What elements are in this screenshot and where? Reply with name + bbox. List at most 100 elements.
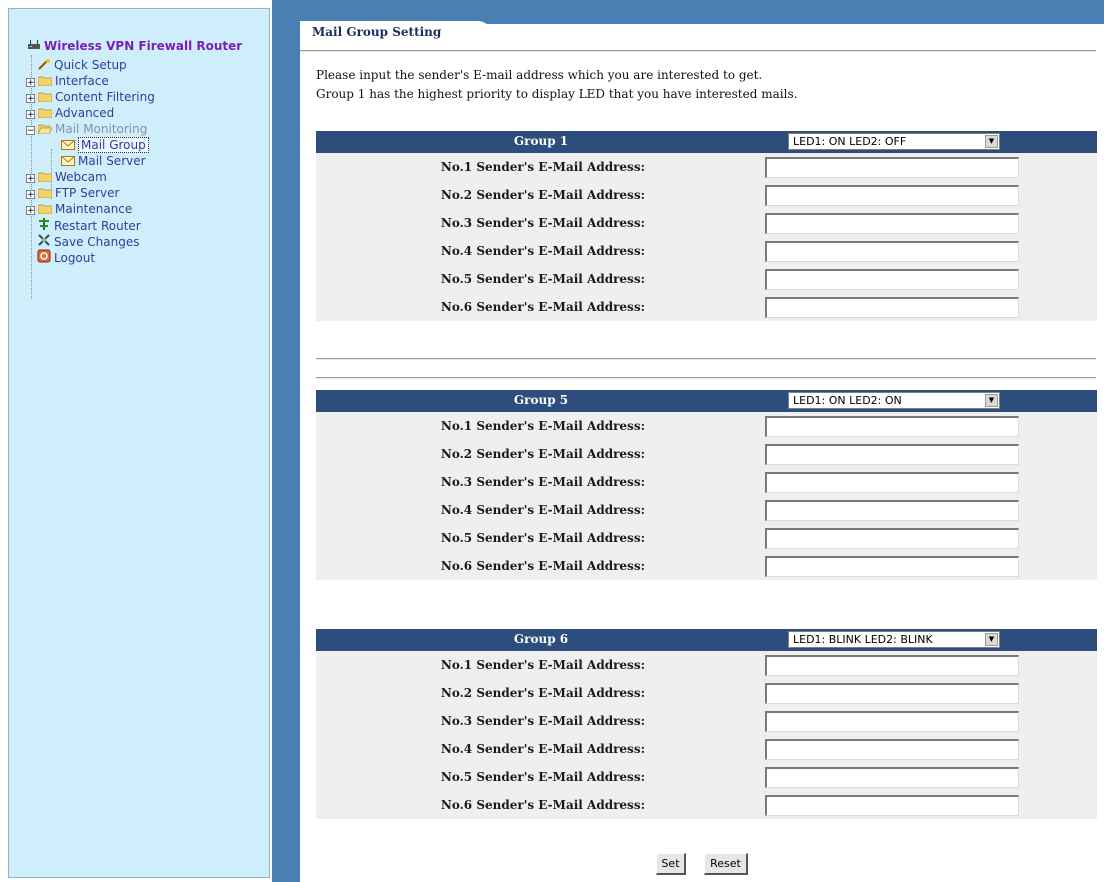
expand-icon[interactable]: + — [26, 94, 35, 104]
sender-email-input[interactable] — [765, 711, 1019, 732]
table-row: No.1 Sender's E-Mail Address: — [316, 651, 1097, 679]
sidebar-item-ftp-server[interactable]: + FTP Server — [26, 185, 119, 201]
group-rows: No.1 Sender's E-Mail Address: No.2 Sende… — [316, 412, 1097, 580]
sidebar-item-interface[interactable]: + Interface — [26, 73, 109, 89]
led-select-value: LED1: BLINK LED2: BLINK — [793, 633, 933, 646]
table-row: No.5 Sender's E-Mail Address: — [316, 763, 1097, 791]
intro-line-1: Please input the sender's E-mail address… — [316, 68, 763, 82]
sender-email-input[interactable] — [765, 767, 1019, 788]
group-title: Group 6 — [513, 632, 569, 646]
sender-label: No.5 Sender's E-Mail Address: — [440, 770, 645, 784]
led-select-value: LED1: ON LED2: ON — [793, 394, 902, 407]
restart-icon — [39, 218, 49, 230]
sender-email-input[interactable] — [765, 683, 1019, 704]
folder-icon — [38, 204, 52, 214]
group-rows: No.1 Sender's E-Mail Address: No.2 Sende… — [316, 153, 1097, 321]
mail-envelope-icon — [61, 140, 75, 150]
sender-email-input[interactable] — [765, 500, 1019, 521]
sender-label: No.4 Sender's E-Mail Address: — [440, 742, 645, 756]
sender-label: No.6 Sender's E-Mail Address: — [440, 300, 645, 314]
sidebar-item-webcam[interactable]: + Webcam — [26, 169, 107, 185]
sender-label: No.1 Sender's E-Mail Address: — [440, 419, 645, 433]
led-select[interactable]: LED1: BLINK LED2: BLINK ▼ — [788, 631, 1000, 648]
sender-email-input[interactable] — [765, 297, 1019, 318]
dropdown-arrow-icon[interactable]: ▼ — [985, 135, 998, 148]
table-row: No.6 Sender's E-Mail Address: — [316, 552, 1097, 580]
sender-label: No.3 Sender's E-Mail Address: — [440, 714, 645, 728]
sender-label: No.5 Sender's E-Mail Address: — [440, 272, 645, 286]
table-row: No.2 Sender's E-Mail Address: — [316, 679, 1097, 707]
sidebar-item-save-changes[interactable]: Save Changes — [37, 233, 139, 249]
dropdown-arrow-icon[interactable]: ▼ — [985, 633, 998, 646]
sender-email-input[interactable] — [765, 269, 1019, 290]
sender-email-input[interactable] — [765, 213, 1019, 234]
sender-email-input[interactable] — [765, 739, 1019, 760]
sender-label: No.6 Sender's E-Mail Address: — [440, 559, 645, 573]
folder-icon — [38, 188, 52, 198]
group-header: Group 5 LED1: ON LED2: ON ▼ — [316, 390, 1097, 412]
led-select-value: LED1: ON LED2: OFF — [793, 135, 907, 148]
sidebar-item-mail-monitoring[interactable]: − Mail Monitoring — [26, 121, 147, 137]
table-row: No.4 Sender's E-Mail Address: — [316, 496, 1097, 524]
collapse-icon[interactable]: − — [26, 126, 35, 136]
expand-icon[interactable]: + — [26, 174, 35, 184]
mail-envelope-icon — [61, 156, 75, 166]
expand-icon[interactable]: + — [26, 78, 35, 88]
set-button[interactable]: Set — [656, 853, 686, 875]
expand-icon[interactable]: + — [26, 190, 35, 200]
sender-email-input[interactable] — [765, 472, 1019, 493]
sidebar-item-mail-group[interactable]: Mail Group — [61, 137, 149, 153]
sidebar-item-logout[interactable]: Logout — [37, 249, 95, 265]
sender-label: No.1 Sender's E-Mail Address: — [440, 160, 645, 174]
sender-email-input[interactable] — [765, 157, 1019, 178]
sidebar-item-maintenance[interactable]: + Maintenance — [26, 201, 132, 217]
sidebar-item-content-filtering[interactable]: + Content Filtering — [26, 89, 155, 105]
sender-email-input[interactable] — [765, 795, 1019, 816]
table-row: No.6 Sender's E-Mail Address: — [316, 293, 1097, 321]
sender-label: No.2 Sender's E-Mail Address: — [440, 447, 645, 461]
sender-email-input[interactable] — [765, 444, 1019, 465]
tab-label: Mail Group Setting — [312, 25, 442, 39]
top-divider — [300, 50, 1096, 52]
table-row: No.4 Sender's E-Mail Address: — [316, 735, 1097, 763]
sender-email-input[interactable] — [765, 416, 1019, 437]
sender-email-input[interactable] — [765, 185, 1019, 206]
sidebar-item-mail-server[interactable]: Mail Server — [61, 153, 146, 169]
sender-email-input[interactable] — [765, 241, 1019, 262]
tab-mail-group-setting[interactable]: Mail Group Setting — [300, 21, 492, 45]
open-folder-icon — [38, 124, 52, 134]
led-select[interactable]: LED1: ON LED2: ON ▼ — [788, 392, 1000, 409]
sender-label: No.2 Sender's E-Mail Address: — [440, 188, 645, 202]
group-title: Group 1 — [513, 134, 569, 148]
group-header: Group 1 LED1: ON LED2: OFF ▼ — [316, 131, 1097, 153]
sidebar-root-title[interactable]: Wireless VPN Firewall Router — [27, 39, 242, 53]
sidebar-item-restart-router[interactable]: Restart Router — [37, 217, 141, 233]
mail-group-5: Group 5 LED1: ON LED2: ON ▼ No.1 Sender'… — [316, 390, 1097, 580]
sender-email-input[interactable] — [765, 655, 1019, 676]
sender-email-input[interactable] — [765, 556, 1019, 577]
sender-label: No.2 Sender's E-Mail Address: — [440, 686, 645, 700]
led-select[interactable]: LED1: ON LED2: OFF ▼ — [788, 133, 1000, 150]
table-row: No.5 Sender's E-Mail Address: — [316, 524, 1097, 552]
sender-email-input[interactable] — [765, 528, 1019, 549]
navigation-sidebar: Wireless VPN Firewall Router Quick Setup… — [8, 8, 270, 878]
table-row: No.6 Sender's E-Mail Address: — [316, 791, 1097, 819]
folder-icon — [38, 108, 52, 118]
folder-icon — [38, 76, 52, 86]
dropdown-arrow-icon[interactable]: ▼ — [985, 394, 998, 407]
expand-icon[interactable]: + — [26, 206, 35, 216]
table-row: No.2 Sender's E-Mail Address: — [316, 181, 1097, 209]
sender-label: No.4 Sender's E-Mail Address: — [440, 244, 645, 258]
sender-label: No.5 Sender's E-Mail Address: — [440, 531, 645, 545]
group-divider — [316, 358, 1096, 360]
sidebar-root-label: Wireless VPN Firewall Router — [44, 39, 243, 53]
expand-icon[interactable]: + — [26, 110, 35, 120]
group-title: Group 5 — [513, 393, 569, 407]
sender-label: No.3 Sender's E-Mail Address: — [440, 475, 645, 489]
reset-button[interactable]: Reset — [704, 853, 748, 875]
sidebar-item-quick-setup[interactable]: Quick Setup — [37, 57, 127, 73]
table-row: No.1 Sender's E-Mail Address: — [316, 412, 1097, 440]
table-row: No.2 Sender's E-Mail Address: — [316, 440, 1097, 468]
logout-icon — [37, 249, 51, 263]
sidebar-item-advanced[interactable]: + Advanced — [26, 105, 114, 121]
